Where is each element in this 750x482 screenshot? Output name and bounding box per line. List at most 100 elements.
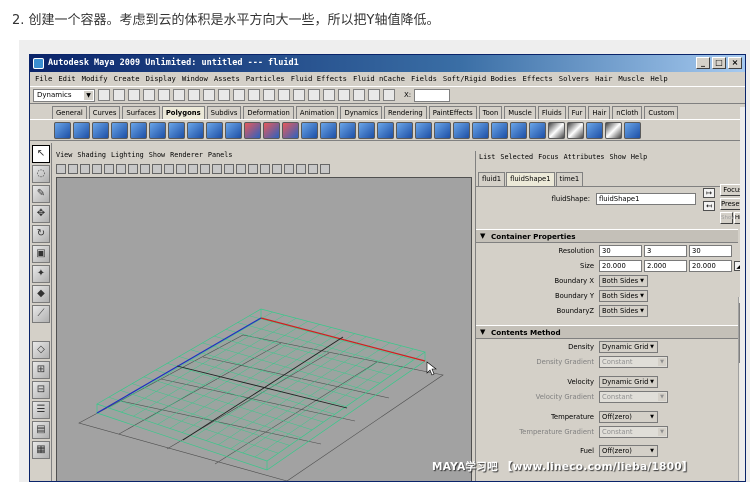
poly-prism-icon[interactable]: [168, 121, 185, 139]
xray-icon[interactable]: [284, 164, 294, 174]
density-select[interactable]: Dynamic Grid ▼: [599, 341, 658, 353]
shelf-tab-toon[interactable]: Toon: [478, 106, 503, 119]
new-scene-icon[interactable]: [98, 89, 110, 101]
menu-help[interactable]: Help: [650, 72, 667, 86]
poly-soccer-ball-icon[interactable]: [244, 121, 261, 139]
poly-quadrangulate-icon[interactable]: [377, 121, 394, 139]
shelf-tab-fur[interactable]: Fur: [567, 106, 587, 119]
channel-box-toggle-icon[interactable]: [338, 89, 350, 101]
safe-action-icon[interactable]: [176, 164, 186, 174]
shelf-tab-dynamics[interactable]: Dynamics: [340, 106, 383, 119]
render-settings-icon[interactable]: [308, 89, 320, 101]
select-tool-icon[interactable]: ↖: [32, 145, 50, 163]
isolate-select-icon[interactable]: [272, 164, 282, 174]
soft-modification-icon[interactable]: ◆: [32, 285, 50, 303]
go-to-input-icon[interactable]: ↦: [703, 188, 715, 198]
maximize-button[interactable]: □: [712, 57, 726, 69]
node-name-field[interactable]: fluidShape1: [596, 193, 696, 205]
shelf-tab-hair[interactable]: Hair: [588, 106, 611, 119]
poly-bevel-icon[interactable]: [529, 121, 546, 139]
wireframe-icon[interactable]: [200, 164, 210, 174]
poly-triangulate-icon[interactable]: [358, 121, 375, 139]
uv-planar-map-icon[interactable]: [567, 121, 584, 139]
contents-method-section[interactable]: ▼ Contents Method: [476, 325, 738, 339]
menu-muscle[interactable]: Muscle: [618, 72, 644, 86]
menu-particles[interactable]: Particles: [246, 72, 285, 86]
shelf-tab-surfaces[interactable]: Surfaces: [122, 106, 160, 119]
shelf-tab-polygons[interactable]: Polygons: [161, 106, 205, 119]
poly-smooth-icon[interactable]: [320, 121, 337, 139]
wireframe-on-shaded-icon[interactable]: [224, 164, 234, 174]
snap-view-plane-icon[interactable]: [233, 89, 245, 101]
scale-tool-icon[interactable]: ▣: [32, 245, 50, 263]
poly-bridge-icon[interactable]: [510, 121, 527, 139]
menu-file[interactable]: File: [35, 72, 52, 86]
save-scene-icon[interactable]: [128, 89, 140, 101]
snap-curve-icon[interactable]: [203, 89, 215, 101]
ae-menu-selected[interactable]: Selected: [500, 151, 533, 164]
shelf-tab-custom[interactable]: Custom: [644, 106, 679, 119]
poly-split-icon[interactable]: [453, 121, 470, 139]
show-button[interactable]: Show: [720, 212, 736, 224]
poly-plane-icon[interactable]: [130, 121, 147, 139]
minimize-button[interactable]: _: [696, 57, 710, 69]
xray-joints-icon[interactable]: [296, 164, 306, 174]
poly-sphere-icon[interactable]: [54, 121, 71, 139]
camera-attributes-icon[interactable]: [68, 164, 78, 174]
use-all-lights-icon[interactable]: [248, 164, 258, 174]
grid-toggle-icon[interactable]: [116, 164, 126, 174]
shelf-tab-animation[interactable]: Animation: [295, 106, 339, 119]
layout-graph-icon[interactable]: ▤: [32, 421, 50, 439]
poly-cone-icon[interactable]: [111, 121, 128, 139]
ae-menu-help[interactable]: Help: [631, 151, 647, 164]
gate-mask-icon[interactable]: [152, 164, 162, 174]
textured-icon[interactable]: [236, 164, 246, 174]
viewport-menu-lighting[interactable]: Lighting: [111, 151, 144, 162]
layer-editor-toggle-icon[interactable]: [383, 89, 395, 101]
smooth-shade-icon[interactable]: [212, 164, 222, 174]
poly-combine-icon[interactable]: [263, 121, 280, 139]
viewport-menu-panels[interactable]: Panels: [208, 151, 233, 162]
viewport-renderer-icon[interactable]: [320, 164, 330, 174]
ae-menu-list[interactable]: List: [479, 151, 495, 164]
menu-create[interactable]: Create: [114, 72, 140, 86]
image-plane-icon[interactable]: [92, 164, 102, 174]
two-d-pan-zoom-icon[interactable]: [104, 164, 114, 174]
ipr-render-icon[interactable]: [293, 89, 305, 101]
field-chart-icon[interactable]: [164, 164, 174, 174]
resolution-y-field[interactable]: 3: [644, 245, 687, 257]
ae-tab-fluid1[interactable]: fluid1: [478, 172, 506, 186]
poly-insert-edge-loop-icon[interactable]: [472, 121, 489, 139]
layout-hypershade-icon[interactable]: ▦: [32, 441, 50, 459]
render-icon[interactable]: [278, 89, 290, 101]
go-to-output-icon[interactable]: ↤: [703, 201, 715, 211]
hypershade-icon[interactable]: [323, 89, 335, 101]
open-scene-icon[interactable]: [113, 89, 125, 101]
size-z-field[interactable]: 20.000: [689, 260, 732, 272]
universal-manipulator-icon[interactable]: ✦: [32, 265, 50, 283]
film-gate-icon[interactable]: [128, 164, 138, 174]
boundary-z-select[interactable]: Both Sides ▼: [599, 305, 648, 317]
lasso-tool-icon[interactable]: ◌: [32, 165, 50, 183]
poly-extract-icon[interactable]: [301, 121, 318, 139]
shelf-tab-curves[interactable]: Curves: [88, 106, 121, 119]
menu-hair[interactable]: Hair: [595, 72, 612, 86]
temperature-gradient-select[interactable]: Constant ▼: [599, 426, 668, 438]
attribute-editor-toggle-icon[interactable]: [353, 89, 365, 101]
menu-modify[interactable]: Modify: [82, 72, 108, 86]
menu-fluid-effects[interactable]: Fluid Effects: [291, 72, 347, 86]
select-object-icon[interactable]: [158, 89, 170, 101]
rotate-tool-icon[interactable]: ↻: [32, 225, 50, 243]
high-quality-render-icon[interactable]: [308, 164, 318, 174]
shelf-tab-ncloth[interactable]: nCloth: [612, 106, 643, 119]
layout-two-pane-icon[interactable]: ⊟: [32, 381, 50, 399]
size-x-field[interactable]: 20.000: [599, 260, 642, 272]
menu-window[interactable]: Window: [182, 72, 208, 86]
history-icon[interactable]: [263, 89, 275, 101]
viewport-menu-shading[interactable]: Shading: [77, 151, 106, 162]
shelf-tab-subdivs[interactable]: Subdivs: [206, 106, 242, 119]
fuel-select[interactable]: Off(zero) ▼: [599, 445, 658, 457]
resolution-gate-icon[interactable]: [140, 164, 150, 174]
shelf-tab-general[interactable]: General: [52, 106, 87, 119]
uv-cylindrical-map-icon[interactable]: [586, 121, 603, 139]
